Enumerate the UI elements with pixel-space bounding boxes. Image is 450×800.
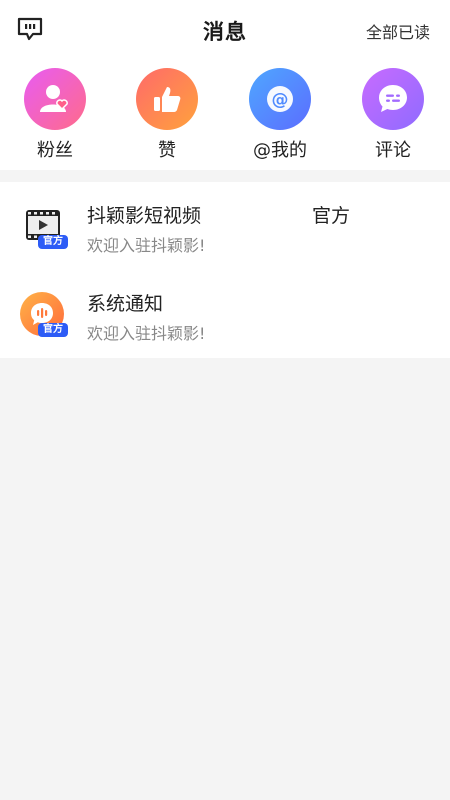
top-section: 消息 全部已读 粉丝 赞 @ @我的 评论 bbox=[0, 0, 450, 170]
message-preview: 欢迎入驻抖颖影! bbox=[87, 236, 206, 255]
category-label: @我的 bbox=[253, 140, 307, 161]
official-badge: 官方 bbox=[38, 235, 68, 249]
message-sender: 抖颖影短视频 bbox=[87, 205, 202, 227]
category-bar: 粉丝 赞 @ @我的 评论 bbox=[0, 68, 450, 164]
category-fans[interactable]: 粉丝 bbox=[10, 68, 100, 164]
message-preview: 欢迎入驻抖颖影! bbox=[87, 324, 206, 343]
category-comments[interactable]: 评论 bbox=[348, 68, 438, 164]
film-icon: 官方 bbox=[18, 202, 70, 254]
category-label: 粉丝 bbox=[37, 140, 73, 161]
category-label: 评论 bbox=[375, 140, 411, 161]
header: 消息 全部已读 bbox=[0, 0, 450, 60]
at-icon: @ bbox=[249, 68, 311, 130]
official-tag: 官方 bbox=[312, 205, 351, 227]
mark-all-read-button[interactable]: 全部已读 bbox=[366, 19, 430, 43]
category-mentions[interactable]: @ @我的 bbox=[235, 68, 325, 164]
category-likes[interactable]: 赞 bbox=[122, 68, 212, 164]
fans-icon bbox=[24, 68, 86, 130]
svg-text:@: @ bbox=[272, 90, 289, 110]
message-item-system[interactable]: 官方 系统通知 欢迎入驻抖颖影! bbox=[0, 270, 450, 358]
message-sender: 系统通知 bbox=[87, 293, 164, 315]
category-label: 赞 bbox=[158, 140, 176, 161]
message-item-official[interactable]: 官方 抖颖影短视频 官方 欢迎入驻抖颖影! bbox=[0, 182, 450, 270]
system-notice-icon: 官方 bbox=[18, 290, 70, 342]
thumbs-up-icon bbox=[136, 68, 198, 130]
official-badge: 官方 bbox=[38, 323, 68, 337]
message-list: 官方 抖颖影短视频 官方 欢迎入驻抖颖影! 官方 系统通知 欢迎入驻抖颖影! bbox=[0, 182, 450, 358]
comment-icon bbox=[362, 68, 424, 130]
